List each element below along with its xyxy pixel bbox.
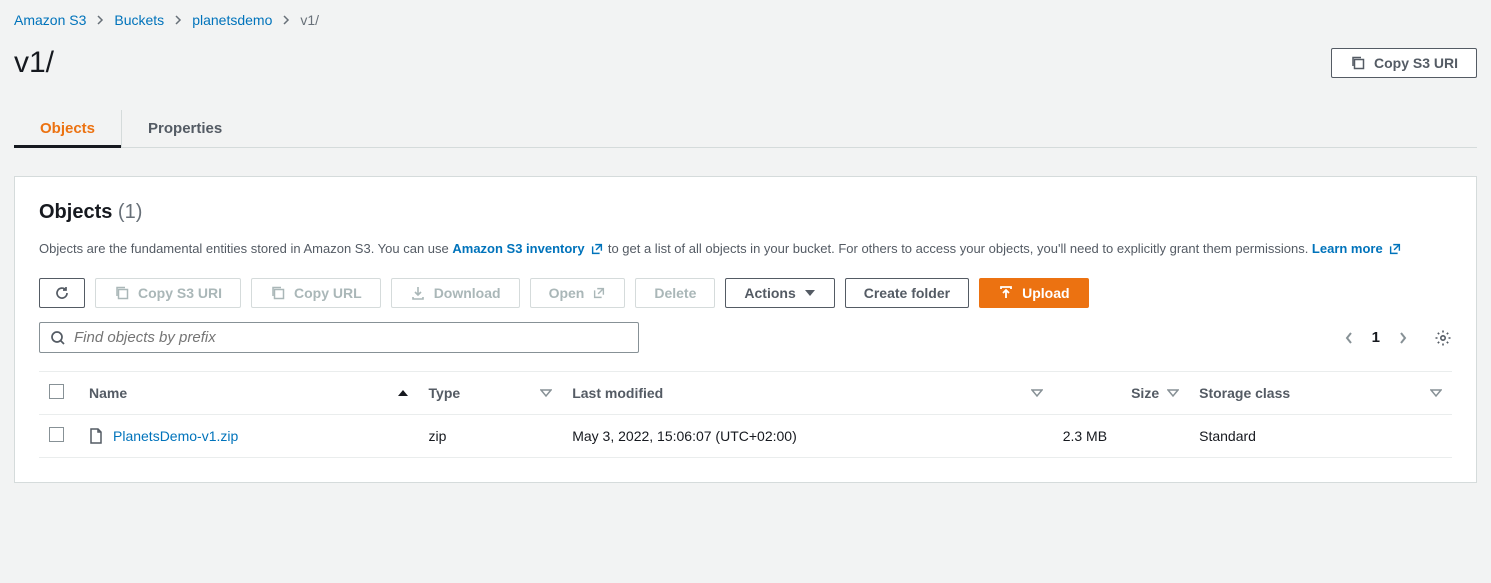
desc-text-1: Objects are the fundamental entities sto… (39, 241, 452, 256)
button-label: Delete (654, 285, 696, 301)
button-label: Actions (744, 285, 795, 301)
file-name-link[interactable]: PlanetsDemo-v1.zip (113, 428, 238, 444)
button-label: Download (434, 285, 501, 301)
breadcrumb-link-s3[interactable]: Amazon S3 (14, 12, 86, 28)
panel-description: Objects are the fundamental entities sto… (39, 238, 1452, 260)
search-input[interactable] (74, 329, 628, 346)
search-box[interactable] (39, 322, 639, 353)
prev-page-button[interactable] (1344, 330, 1354, 346)
select-all-checkbox[interactable] (49, 384, 64, 399)
delete-button[interactable]: Delete (635, 278, 715, 308)
tabs: Objects Properties (14, 110, 1477, 148)
chevron-right-icon (282, 14, 290, 26)
panel-title-text: Objects (39, 201, 112, 223)
breadcrumb: Amazon S3 Buckets planetsdemo v1/ (14, 10, 1477, 46)
sort-icon (1430, 388, 1442, 398)
breadcrumb-link-bucket[interactable]: planetsdemo (192, 12, 272, 28)
inventory-link[interactable]: Amazon S3 inventory (452, 241, 607, 256)
copy-url-button[interactable]: Copy URL (251, 278, 381, 308)
refresh-button[interactable] (39, 278, 85, 308)
tab-objects[interactable]: Objects (14, 110, 121, 147)
cell-size: 2.3 MB (1053, 415, 1189, 458)
chevron-right-icon (174, 14, 182, 26)
col-label: Name (89, 385, 127, 401)
link-text: Amazon S3 inventory (452, 241, 584, 256)
col-label: Type (429, 385, 461, 401)
col-size[interactable]: Size (1053, 372, 1189, 415)
col-last-modified[interactable]: Last modified (562, 372, 1052, 415)
copy-icon (270, 285, 286, 301)
actions-dropdown[interactable]: Actions (725, 278, 834, 308)
sort-asc-icon (397, 388, 409, 398)
copy-icon (114, 285, 130, 301)
panel-count: (1) (118, 201, 142, 223)
settings-button[interactable] (1434, 329, 1452, 347)
refresh-icon (54, 285, 70, 301)
button-label: Copy S3 URI (138, 285, 222, 301)
upload-icon (998, 285, 1014, 301)
external-link-icon (590, 242, 604, 256)
table-row[interactable]: PlanetsDemo-v1.zip zip May 3, 2022, 15:0… (39, 415, 1452, 458)
create-folder-button[interactable]: Create folder (845, 278, 969, 308)
page-title: v1/ (14, 46, 54, 80)
breadcrumb-link-buckets[interactable]: Buckets (114, 12, 164, 28)
open-button[interactable]: Open (530, 278, 626, 308)
button-label: Copy S3 URI (1374, 55, 1458, 71)
learn-more-link[interactable]: Learn more (1312, 241, 1402, 256)
download-icon (410, 285, 426, 301)
col-storage-class[interactable]: Storage class (1189, 372, 1452, 415)
toolbar: Copy S3 URI Copy URL Download Open (39, 278, 1452, 308)
sort-icon (540, 388, 552, 398)
sort-icon (1031, 388, 1043, 398)
pagination: 1 (1344, 329, 1452, 347)
objects-table: Name Type Last modified (39, 371, 1452, 458)
upload-button[interactable]: Upload (979, 278, 1088, 308)
copy-s3-uri-button[interactable]: Copy S3 URI (95, 278, 241, 308)
col-label: Storage class (1199, 385, 1290, 401)
col-type[interactable]: Type (419, 372, 563, 415)
tab-properties[interactable]: Properties (121, 110, 248, 147)
button-label: Copy URL (294, 285, 362, 301)
objects-panel: Objects (1) Objects are the fundamental … (14, 176, 1477, 483)
copy-icon (1350, 55, 1366, 71)
desc-text-2: to get a list of all objects in your buc… (608, 241, 1312, 256)
search-icon (50, 330, 66, 346)
link-text: Learn more (1312, 241, 1383, 256)
col-label: Last modified (572, 385, 663, 401)
page-number: 1 (1372, 329, 1380, 346)
cell-last-modified: May 3, 2022, 15:06:07 (UTC+02:00) (562, 415, 1052, 458)
button-label: Open (549, 285, 585, 301)
download-button[interactable]: Download (391, 278, 520, 308)
col-name[interactable]: Name (79, 372, 419, 415)
cell-storage-class: Standard (1189, 415, 1452, 458)
chevron-right-icon (96, 14, 104, 26)
next-page-button[interactable] (1398, 330, 1408, 346)
file-icon (89, 428, 103, 444)
copy-s3-uri-header-button[interactable]: Copy S3 URI (1331, 48, 1477, 78)
external-link-icon (592, 286, 606, 300)
cell-type: zip (419, 415, 563, 458)
breadcrumb-current: v1/ (300, 12, 319, 28)
row-checkbox[interactable] (49, 427, 64, 442)
caret-down-icon (804, 288, 816, 298)
panel-title: Objects (1) (39, 201, 1452, 224)
col-label: Size (1131, 385, 1159, 401)
button-label: Create folder (864, 285, 950, 301)
external-link-icon (1388, 242, 1402, 256)
sort-icon (1167, 388, 1179, 398)
button-label: Upload (1022, 285, 1069, 301)
gear-icon (1434, 329, 1452, 347)
